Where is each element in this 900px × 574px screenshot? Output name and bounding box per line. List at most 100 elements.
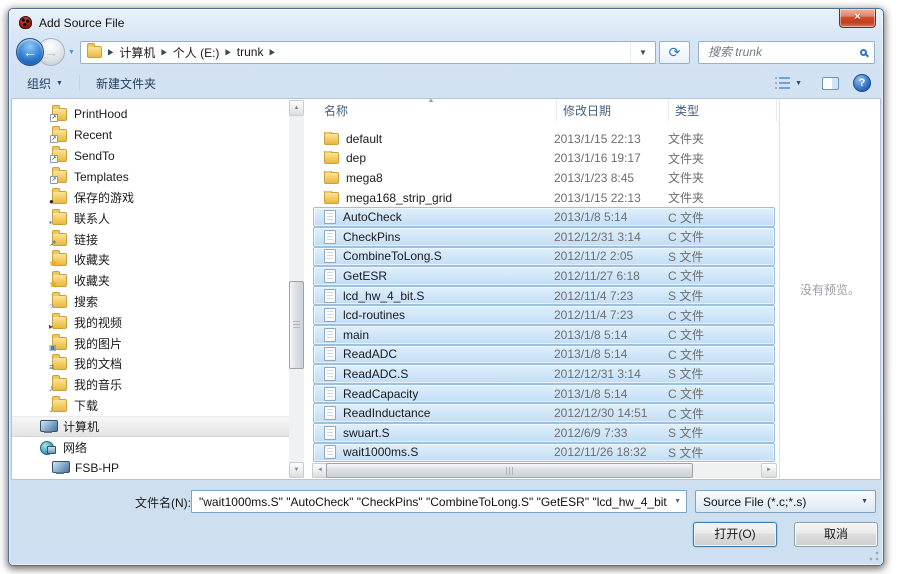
file-date: 2013/1/15 22:13 (550, 132, 660, 146)
cancel-button[interactable]: 取消 (794, 522, 878, 547)
file-date: 2012/11/2 2:05 (550, 249, 660, 263)
sidebar-icon-badge: ↓ (49, 405, 54, 414)
file-name: lcd-routines (343, 308, 405, 322)
sidebar-item[interactable]: ↗ 链接 (12, 229, 289, 250)
file-row[interactable]: dep 2013/1/16 19:17 文件夹 (313, 149, 775, 169)
sidebar-icon-badge: ↗ (49, 239, 57, 248)
file-row[interactable]: main 2013/1/8 5:14 C 文件 (313, 325, 775, 345)
file-name: mega8 (346, 171, 383, 185)
sidebar-item[interactable]: FSB-HP (12, 458, 289, 479)
sidebar-item-icon: ♪ (52, 378, 67, 391)
horizontal-scrollbar-thumb[interactable] (326, 463, 693, 478)
file-row[interactable]: wait1000ms.S 2012/11/26 18:32 S 文件 (313, 443, 775, 463)
file-type: C 文件 (660, 346, 774, 363)
sidebar-icon-badge: ○ (49, 302, 54, 310)
nav-history-dropdown-icon[interactable]: ▼ (68, 49, 75, 56)
close-button[interactable]: × (839, 9, 876, 28)
vertical-scrollbar-thumb[interactable] (289, 281, 304, 369)
filename-dropdown-icon[interactable]: ▼ (674, 498, 681, 505)
sidebar-icon-badge: ★ (49, 259, 57, 268)
scroll-up-icon[interactable]: ▲ (289, 100, 304, 116)
file-row[interactable]: AutoCheck 2013/1/8 5:14 C 文件 (313, 207, 775, 227)
breadcrumb-item[interactable]: 个人 (E:) ▶ (171, 42, 235, 63)
sidebar-item[interactable]: ★ 收藏夹 (12, 270, 289, 291)
file-row[interactable]: lcd_hw_4_bit.S 2012/11/4 7:23 S 文件 (313, 286, 775, 306)
file-row[interactable]: mega8 2013/1/23 8:45 文件夹 (313, 168, 775, 188)
filename-combobox[interactable]: ▼ (191, 490, 687, 513)
sidebar-item[interactable]: 计算机 (12, 416, 289, 437)
file-type: S 文件 (660, 444, 774, 461)
column-header-type[interactable]: 类型 (669, 99, 777, 121)
file-name: ReadCapacity (343, 387, 418, 401)
sidebar-item[interactable]: ↗ Recent (12, 125, 289, 146)
breadcrumb-item[interactable]: 计算机 ▶ (117, 42, 170, 63)
file-row[interactable]: CheckPins 2012/12/31 3:14 C 文件 (313, 227, 775, 247)
file-type: S 文件 (660, 424, 774, 441)
sidebar-item[interactable]: 网络 (12, 437, 289, 458)
refresh-button[interactable]: ⟳ (659, 41, 690, 64)
sidebar-item[interactable]: ♪ 我的音乐 (12, 374, 289, 395)
organize-menu-button[interactable]: 组织 ▼ (21, 72, 69, 95)
sidebar-item[interactable]: ★ 收藏夹 (12, 250, 289, 271)
sidebar-item[interactable]: ▸ 我的视频 (12, 312, 289, 333)
search-box[interactable] (698, 41, 875, 64)
file-type: S 文件 (660, 365, 774, 382)
file-row[interactable]: ReadADC.S 2012/12/31 3:14 S 文件 (313, 364, 775, 384)
filename-input[interactable] (197, 494, 670, 510)
list-horizontal-scrollbar[interactable]: ◄ ► (312, 463, 777, 478)
sidebar-item-icon: ○ (52, 295, 67, 308)
sidebar-item-label: Templates (74, 170, 129, 184)
search-icon (860, 49, 867, 56)
file-type: 文件夹 (660, 169, 774, 186)
sidebar-icon-badge: ≡ (49, 363, 54, 372)
sidebar-item[interactable]: ▪ 联系人 (12, 208, 289, 229)
sidebar-item-label: 我的音乐 (74, 376, 122, 393)
sidebar-vertical-scrollbar[interactable]: ▲ ▼ (289, 100, 304, 478)
sidebar-item-label: 我的文档 (74, 355, 122, 372)
command-toolbar: 组织 ▼ 新建文件夹 ▼ ? (9, 68, 883, 98)
breadcrumb-item[interactable]: trunk ▶ (235, 43, 279, 61)
file-row[interactable]: lcd-routines 2012/11/4 7:23 C 文件 (313, 305, 775, 325)
sidebar-item[interactable]: ≡ 我的文档 (12, 354, 289, 375)
file-icon (324, 152, 339, 164)
breadcrumb-separator: ▶ (108, 47, 113, 57)
file-name: lcd_hw_4_bit.S (343, 289, 424, 303)
file-row[interactable]: swuart.S 2012/6/9 7:33 S 文件 (313, 423, 775, 443)
change-view-button[interactable]: ▼ (769, 74, 808, 92)
preview-pane-toggle-icon[interactable] (822, 77, 839, 90)
new-folder-button[interactable]: 新建文件夹 (90, 72, 162, 95)
back-button[interactable]: ← (16, 38, 44, 66)
scroll-down-icon[interactable]: ▼ (289, 462, 304, 478)
sidebar-item[interactable]: ○ 搜索 (12, 291, 289, 312)
file-date: 2013/1/8 5:14 (550, 347, 660, 361)
sidebar-item-label: 我的视频 (74, 314, 122, 331)
file-type: C 文件 (660, 405, 774, 422)
file-row[interactable]: ReadInductance 2012/12/30 14:51 C 文件 (313, 403, 775, 423)
scroll-right-icon[interactable]: ► (761, 463, 777, 478)
sidebar-item[interactable]: ↗ PrintHood (12, 104, 289, 125)
file-icon (324, 387, 336, 401)
sidebar-item[interactable]: ↓ 下载 (12, 395, 289, 416)
filetype-select[interactable]: Source File (*.c;*.s) ▼ (695, 490, 876, 513)
file-name: ReadInductance (343, 406, 430, 420)
file-row[interactable]: GetESR 2012/11/27 6:18 C 文件 (313, 266, 775, 286)
sidebar-item-label: 链接 (74, 231, 98, 248)
sidebar-item[interactable]: ● 保存的游戏 (12, 187, 289, 208)
open-button[interactable]: 打开(O) (693, 522, 777, 547)
column-header-date[interactable]: 修改日期 (557, 99, 669, 121)
file-row[interactable]: CombineToLong.S 2012/11/2 2:05 S 文件 (313, 247, 775, 267)
file-icon (324, 192, 339, 204)
search-input[interactable] (706, 44, 860, 60)
address-bar[interactable]: ▶ 计算机 ▶ 个人 (E:) ▶ trunk ▶ ▼ (80, 41, 656, 64)
file-row[interactable]: ReadCapacity 2013/1/8 5:14 C 文件 (313, 384, 775, 404)
resize-grip[interactable] (867, 549, 880, 562)
file-row[interactable]: default 2013/1/15 22:13 文件夹 (313, 129, 775, 149)
sidebar-item[interactable]: ↗ Templates (12, 166, 289, 187)
file-row[interactable]: ReadADC 2013/1/8 5:14 C 文件 (313, 345, 775, 365)
help-icon[interactable]: ? (853, 74, 871, 92)
sidebar-item[interactable]: ↗ SendTo (12, 146, 289, 167)
sidebar-item[interactable]: ▣ 我的图片 (12, 333, 289, 354)
sidebar-item-label: FSB-HP (75, 461, 119, 475)
file-row[interactable]: mega168_strip_grid 2013/1/15 22:13 文件夹 (313, 188, 775, 208)
address-dropdown-icon[interactable]: ▼ (630, 42, 655, 63)
